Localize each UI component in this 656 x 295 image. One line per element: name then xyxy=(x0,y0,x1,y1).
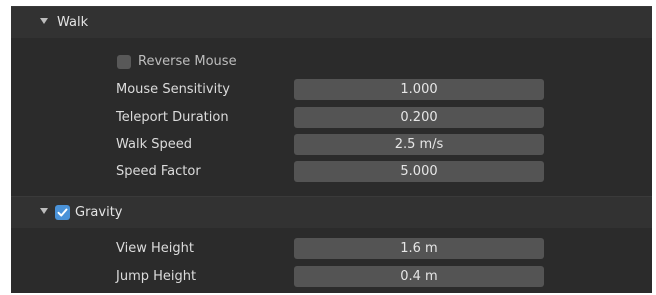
walk-panel-title: Walk xyxy=(57,15,89,30)
checkmark-icon xyxy=(57,208,68,217)
gravity-checkbox[interactable] xyxy=(55,205,70,220)
teleport-duration-label: Teleport Duration xyxy=(116,110,229,125)
reverse-mouse-checkbox[interactable] xyxy=(117,55,131,69)
walk-speed-label: Walk Speed xyxy=(116,137,193,152)
reverse-mouse-label[interactable]: Reverse Mouse xyxy=(138,54,237,70)
mouse-sensitivity-label: Mouse Sensitivity xyxy=(116,82,230,97)
triangle-down-icon[interactable] xyxy=(40,18,48,24)
teleport-duration-field[interactable]: 0.200 xyxy=(294,107,544,128)
jump-height-label: Jump Height xyxy=(116,269,197,284)
triangle-down-icon[interactable] xyxy=(40,208,48,214)
walk-speed-field[interactable]: 2.5 m/s xyxy=(294,134,544,155)
jump-height-field[interactable]: 0.4 m xyxy=(294,266,544,287)
view-height-label: View Height xyxy=(116,241,194,256)
walk-gravity-settings: Walk Reverse Mouse Mouse Sensitivity 1.0… xyxy=(11,6,652,293)
mouse-sensitivity-field[interactable]: 1.000 xyxy=(294,79,544,100)
walk-panel-header[interactable]: Walk xyxy=(11,6,652,38)
view-height-field[interactable]: 1.6 m xyxy=(294,238,544,259)
gravity-panel-title: Gravity xyxy=(75,205,123,220)
gravity-panel-header[interactable]: Gravity xyxy=(11,196,652,228)
speed-factor-field[interactable]: 5.000 xyxy=(294,161,544,182)
speed-factor-label: Speed Factor xyxy=(116,164,201,179)
